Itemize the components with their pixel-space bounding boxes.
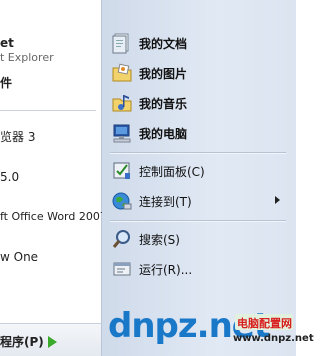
all-programs-arrow-icon — [48, 336, 57, 348]
left-separator — [0, 110, 96, 111]
watermark-badge: 电脑配置网 — [235, 314, 293, 330]
pinned-item-internet-title[interactable]: et — [0, 36, 14, 50]
right-separator-2 — [110, 220, 286, 221]
recent-item-2[interactable]: 5.0 — [0, 170, 19, 184]
menu-item-search-label: 搜索(S) — [139, 232, 180, 247]
menu-item-my-computer[interactable]: 我的电脑 — [111, 120, 291, 146]
start-menu-left-panel: et t Explorer 件 览器 3 5.0 ft Office Word … — [0, 0, 107, 356]
submenu-arrow-icon — [275, 196, 280, 204]
right-separator-1 — [110, 152, 286, 153]
menu-item-run-label: 运行(R)... — [139, 262, 193, 277]
watermark-url: www.dnpz.net — [233, 333, 314, 344]
music-icon — [112, 95, 132, 112]
menu-item-my-music-label: 我的音乐 — [139, 96, 188, 111]
menu-item-search[interactable]: 搜索(S) — [111, 226, 291, 252]
connect-to-icon — [112, 192, 132, 210]
watermark: dnpz.net 电脑配置网 www.dnpz.net — [108, 306, 314, 356]
run-icon — [113, 262, 131, 276]
menu-item-control-panel[interactable]: 控制面板(C) — [111, 158, 291, 184]
computer-icon — [113, 124, 131, 143]
control-panel-icon — [113, 162, 130, 179]
menu-item-connect-to[interactable]: 连接到(T) — [111, 188, 291, 214]
menu-item-control-panel-label: 控制面板(C) — [139, 164, 205, 179]
recent-item-4[interactable]: w One — [0, 250, 38, 264]
pinned-item-internet-subtitle: t Explorer — [0, 51, 54, 64]
recent-item-1[interactable]: 览器 3 — [0, 130, 35, 144]
menu-item-my-pictures[interactable]: 我的图片 — [111, 60, 291, 86]
search-icon — [112, 230, 130, 248]
menu-item-run[interactable]: 运行(R)... — [111, 256, 291, 282]
recent-item-word[interactable]: ft Office Word 2007 — [0, 210, 107, 224]
documents-icon — [112, 33, 129, 54]
pinned-item-email[interactable]: 件 — [0, 76, 12, 90]
menu-item-my-music[interactable]: 我的音乐 — [111, 90, 291, 116]
menu-item-my-documents[interactable]: 我的文档 — [111, 30, 291, 56]
menu-item-my-pictures-label: 我的图片 — [139, 66, 188, 81]
menu-item-my-documents-label: 我的文档 — [139, 36, 188, 51]
watermark-badge-text: 电脑配置网 — [237, 317, 292, 330]
menu-item-my-computer-label: 我的电脑 — [139, 126, 188, 141]
menu-item-connect-to-label: 连接到(T) — [139, 194, 192, 209]
pictures-icon — [112, 63, 132, 82]
all-programs-label: 程序(P) — [0, 335, 44, 349]
